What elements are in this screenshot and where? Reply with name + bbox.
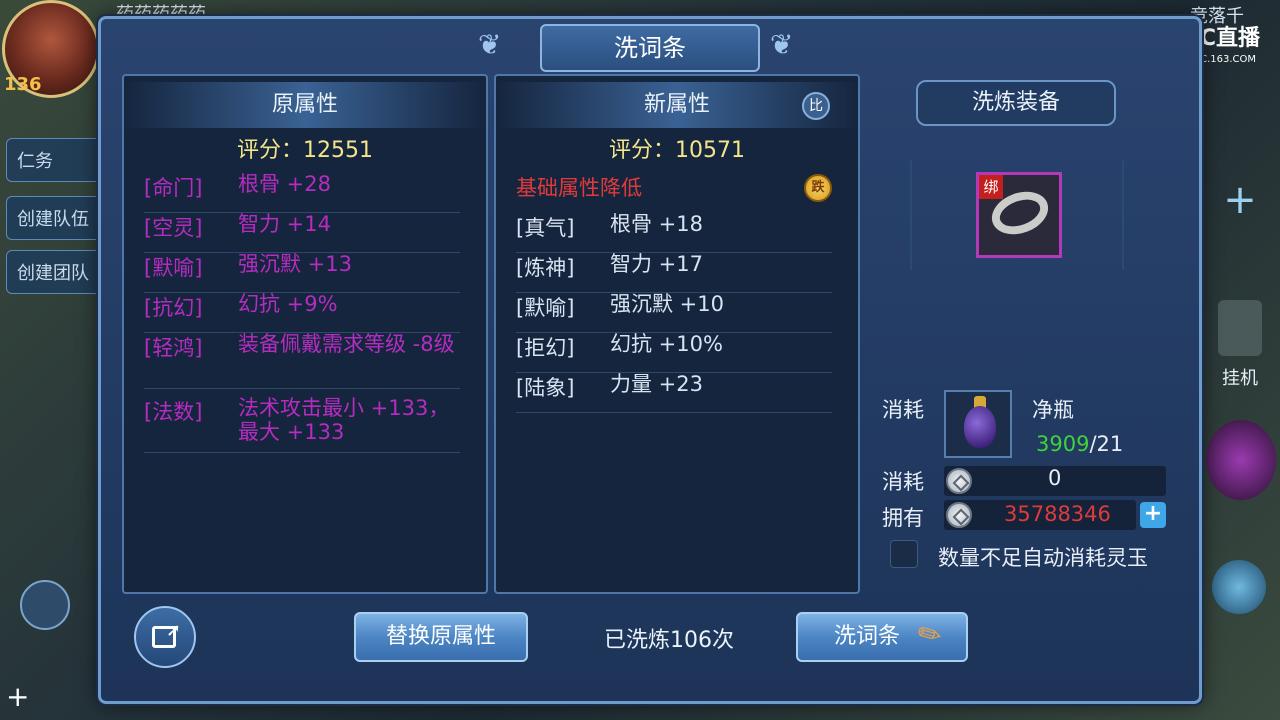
silver-have-value: 35788346 xyxy=(1004,502,1111,526)
task-button[interactable]: 仁务 xyxy=(6,138,106,182)
create-team-button[interactable]: 创建队伍 xyxy=(6,196,106,240)
original-attr-row: [空灵] 智力 +14 xyxy=(144,212,460,253)
original-score: 评分：12551 xyxy=(237,138,373,163)
add-skill-icon[interactable]: + xyxy=(1220,180,1260,220)
minimap-button[interactable] xyxy=(20,580,70,630)
original-attr-row: [命门] 根骨 +28 xyxy=(144,172,460,213)
silver-have-label: 拥有 xyxy=(882,506,924,530)
material-slot[interactable] xyxy=(944,390,1012,458)
attr-tag: [命门] xyxy=(144,176,203,200)
material-name: 净瓶 xyxy=(1032,398,1074,422)
replace-attributes-button[interactable]: 替换原属性 xyxy=(354,612,528,662)
silver-coin-icon xyxy=(946,502,972,528)
material-have: 3909 xyxy=(1036,432,1090,456)
dialog-title: 洗词条 xyxy=(540,24,760,72)
original-attributes-panel: 原属性 评分：12551 [命门] 根骨 +28 [空灵] 智力 +14 [默喻… xyxy=(122,74,488,594)
bind-badge: 绑 xyxy=(979,175,1003,199)
cc-live-url: CC.163.COM xyxy=(1193,54,1256,65)
new-attributes-panel: 新属性 比 评分：10571 基础属性降低 跌 [真气] 根骨 +18 [炼神]… xyxy=(494,74,860,594)
attr-tag: [法数] xyxy=(144,400,203,424)
new-attr-row: [陆象] 力量 +23 xyxy=(516,372,832,413)
material-count: 3909/21 xyxy=(1036,432,1123,456)
attr-value: 装备佩戴需求等级 -8级 xyxy=(238,332,455,356)
skill-icon[interactable] xyxy=(1206,420,1276,500)
attr-tag: [默喻] xyxy=(144,256,203,280)
attr-value: 法术攻击最小 +133，最大 +133 xyxy=(238,396,450,444)
original-header: 原属性 xyxy=(124,82,486,128)
vase-icon xyxy=(964,406,996,448)
decrease-icon: 跌 xyxy=(804,174,832,202)
attr-decrease-warning: 基础属性降低 xyxy=(516,176,642,200)
attr-value: 力量 +23 xyxy=(610,372,703,396)
auto-battle-icon[interactable] xyxy=(1218,300,1262,356)
skill-icon-2[interactable] xyxy=(1212,560,1266,614)
attr-tag: [真气] xyxy=(516,216,575,240)
attr-value: 强沉默 +10 xyxy=(610,292,724,316)
original-attr-row: [默喻] 强沉默 +13 xyxy=(144,252,460,293)
equipment-slot[interactable]: 绑 xyxy=(976,172,1062,258)
silver-cost-value: 0 xyxy=(1048,466,1062,490)
auto-battle-label: 挂机 xyxy=(1222,368,1258,389)
new-warning-row: 基础属性降低 xyxy=(516,172,832,212)
silver-coin-icon xyxy=(946,468,972,494)
cost-label: 消耗 xyxy=(882,398,924,422)
share-arrow-icon: ➚ xyxy=(166,620,182,641)
attr-tag: [陆象] xyxy=(516,376,575,400)
attr-tag: [轻鸿] xyxy=(144,336,203,360)
attr-tag: [默喻] xyxy=(516,296,575,320)
new-attr-row: [默喻] 强沉默 +10 xyxy=(516,292,832,333)
player-level: 136 xyxy=(4,74,42,95)
new-attr-row: [炼神] 智力 +17 xyxy=(516,252,832,293)
refine-equipment-title: 洗炼装备 xyxy=(916,80,1116,126)
attr-value: 强沉默 +13 xyxy=(238,252,352,276)
add-icon[interactable]: + xyxy=(6,680,29,713)
title-left-ornament: ❦ xyxy=(478,28,502,61)
compare-button[interactable]: 比 xyxy=(802,92,830,120)
attr-value: 根骨 +28 xyxy=(238,172,331,196)
create-group-button[interactable]: 创建团队 xyxy=(6,250,106,294)
new-score: 评分：10571 xyxy=(609,138,745,163)
new-attr-row: [真气] 根骨 +18 xyxy=(516,212,832,253)
original-attr-row: [法数] 法术攻击最小 +133，最大 +133 xyxy=(144,396,460,453)
material-need: /21 xyxy=(1089,432,1124,456)
attr-tag: [炼神] xyxy=(516,256,575,280)
attr-value: 根骨 +18 xyxy=(610,212,703,236)
original-attr-row: [轻鸿] 装备佩戴需求等级 -8级 xyxy=(144,332,460,389)
silver-cost-label: 消耗 xyxy=(882,470,924,494)
attr-tag: [空灵] xyxy=(144,216,203,240)
attr-value: 智力 +14 xyxy=(238,212,331,236)
close-button[interactable] xyxy=(1160,18,1196,54)
auto-consume-label: 数量不足自动消耗灵玉 xyxy=(938,546,1148,570)
attr-value: 幻抗 +10% xyxy=(610,332,723,356)
attr-value: 智力 +17 xyxy=(610,252,703,276)
title-right-ornament: ❦ xyxy=(770,28,794,61)
attr-tag: [抗幻] xyxy=(144,296,203,320)
original-attr-row: [抗幻] 幻抗 +9% xyxy=(144,292,460,333)
share-button[interactable]: ➚ xyxy=(134,606,196,668)
auto-consume-checkbox[interactable] xyxy=(890,540,918,568)
refine-count: 已洗炼106次 xyxy=(604,628,734,653)
add-silver-button[interactable]: + xyxy=(1140,502,1166,528)
attr-value: 幻抗 +9% xyxy=(238,292,338,316)
attr-tag: [拒幻] xyxy=(516,336,575,360)
new-attr-row: [拒幻] 幻抗 +10% xyxy=(516,332,832,373)
